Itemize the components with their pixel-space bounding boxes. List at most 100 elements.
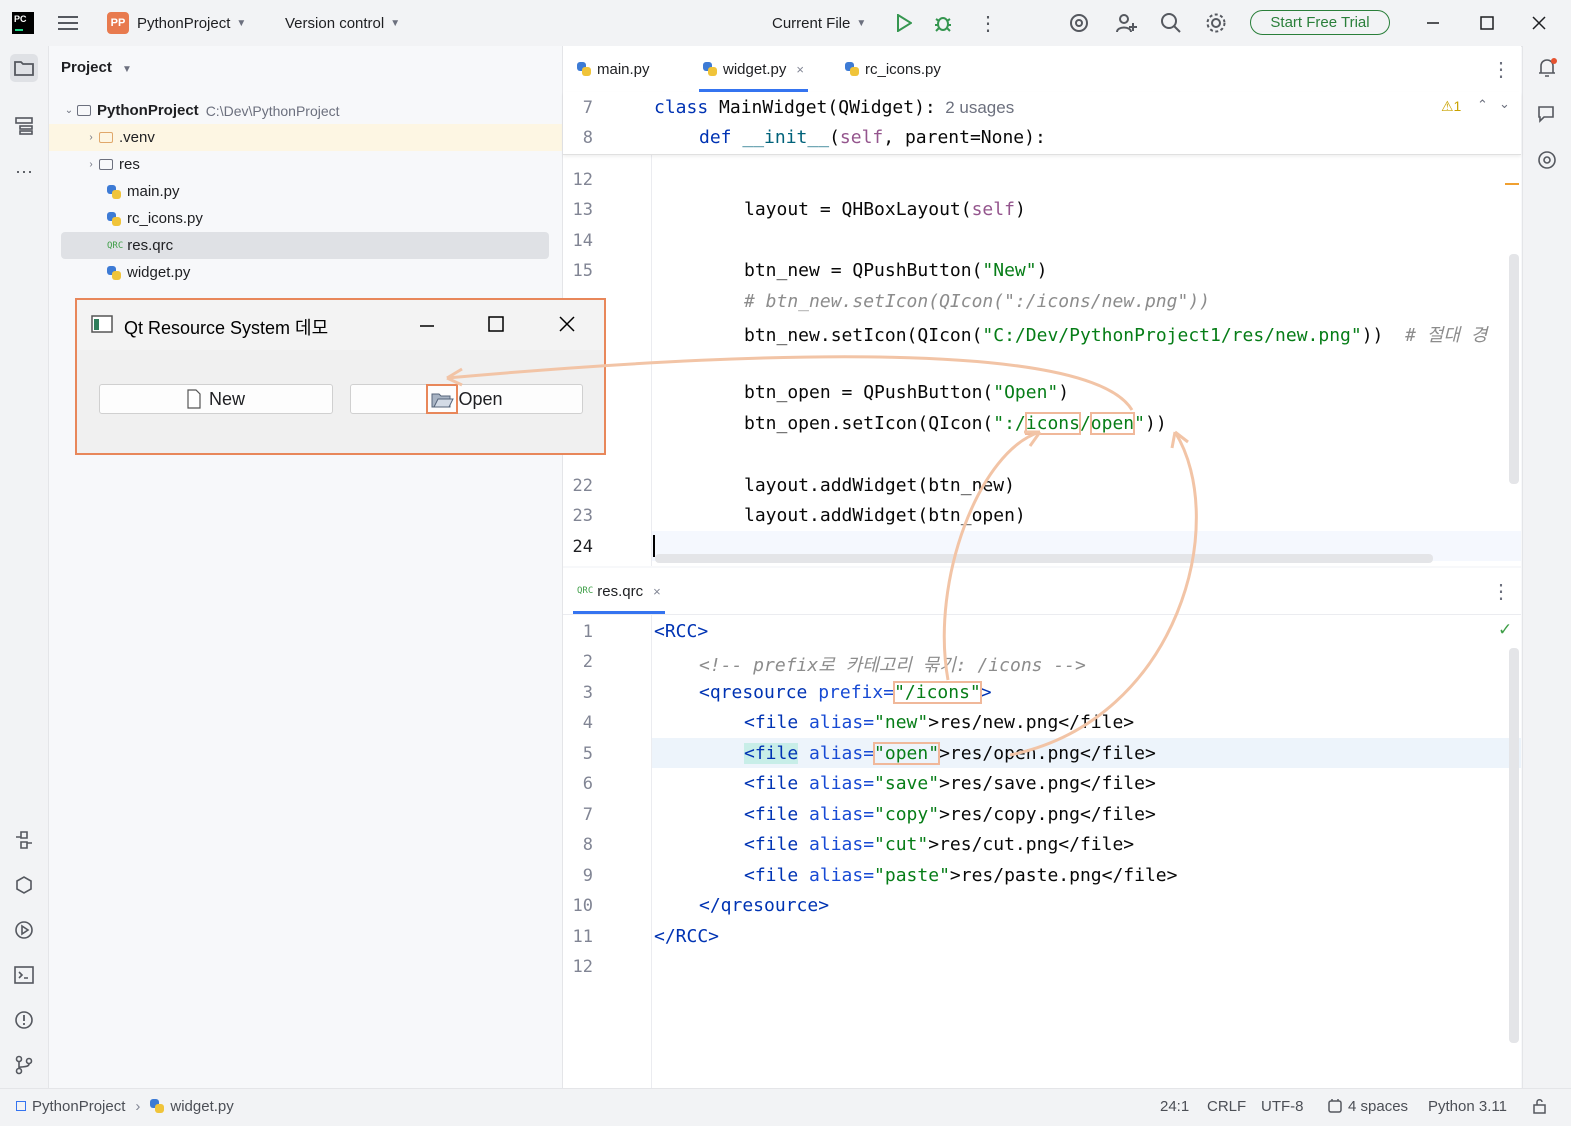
line-number: 23 (572, 506, 593, 526)
editor-res-qrc[interactable]: QRC res.qrc × ⋮ 1 <RCC> 2 <!-- prefix로 카… (563, 568, 1521, 1088)
code-token: "cut" (874, 834, 929, 855)
problems-icon[interactable] (10, 1006, 38, 1034)
coverage-icon[interactable] (1533, 146, 1561, 174)
start-free-trial-button[interactable]: Start Free Trial (1250, 10, 1390, 35)
ai-assistant-icon[interactable] (1068, 0, 1090, 46)
more-tools-icon[interactable]: ⋯ (10, 158, 38, 186)
code-line: <file alias="new">res/new.png</file> (744, 712, 1134, 733)
more-actions-icon[interactable]: ⋮ (978, 0, 998, 46)
open-folder-icon (426, 384, 459, 414)
gear-icon[interactable] (1205, 0, 1227, 46)
code-line: <RCC> (654, 621, 709, 642)
code-token: alias= (798, 743, 875, 764)
code-token: MainWidget(QWidget): (708, 97, 936, 118)
code-line: <file alias="open">res/open.png</file> (744, 742, 1156, 765)
search-icon[interactable] (1160, 0, 1182, 46)
tab-widget-py[interactable]: widget.py × (699, 46, 808, 92)
tree-item-res-qrc[interactable]: QRC res.qrc (61, 232, 549, 259)
close-icon[interactable] (1532, 0, 1546, 46)
maximize-icon[interactable] (488, 316, 504, 332)
vcs-menu[interactable]: Version control ▼ (285, 0, 400, 46)
code-token: <file (744, 773, 799, 794)
project-switcher[interactable]: PP PythonProject ▼ (107, 0, 246, 46)
ai-chat-icon[interactable] (1533, 100, 1561, 128)
tab-label: rc_icons.py (865, 60, 941, 78)
terminal-icon[interactable] (10, 961, 38, 989)
close-tab-icon[interactable]: × (653, 584, 661, 599)
run-icon[interactable] (896, 0, 912, 46)
tab-main-py[interactable]: main.py (577, 46, 650, 92)
qt-window-title: Qt Resource System 데모 (124, 318, 329, 338)
lock-icon[interactable] (1532, 1089, 1548, 1123)
run-config-label: Current File (772, 14, 851, 32)
open-button[interactable]: Open (350, 384, 583, 414)
python-packages-icon[interactable] (10, 826, 38, 854)
minimize-icon[interactable] (419, 318, 435, 334)
python-interpreter[interactable]: Python 3.11 (1428, 1089, 1507, 1123)
warning-count[interactable]: ⚠1 (1441, 98, 1461, 115)
main-menu-icon[interactable] (58, 0, 78, 46)
git-icon[interactable] (10, 1051, 38, 1079)
file-encoding[interactable]: UTF-8 (1261, 1089, 1304, 1123)
notifications-bell-icon[interactable] (1533, 54, 1561, 82)
qt-demo-window[interactable]: Qt Resource System 데모 New Open (75, 298, 606, 455)
breadcrumb-project[interactable]: PythonProject (32, 1098, 125, 1115)
tab-rc-icons-py[interactable]: rc_icons.py (845, 46, 941, 92)
editor-widget-py[interactable]: main.py widget.py × rc_icons.py ⋮ 7 clas… (563, 46, 1521, 566)
services-icon[interactable] (10, 916, 38, 944)
python-file-icon (107, 184, 121, 199)
more-tabs-icon[interactable]: ⋮ (1491, 568, 1511, 614)
tree-item-rc-icons-py[interactable]: rc_icons.py (61, 205, 549, 232)
project-folder-icon[interactable] (10, 54, 38, 82)
breadcrumb-file[interactable]: widget.py (170, 1098, 233, 1115)
more-tabs-icon[interactable]: ⋮ (1491, 46, 1511, 92)
highlight-prefix-value: "/icons" (893, 681, 982, 704)
tree-item-widget-py[interactable]: widget.py (61, 259, 549, 286)
code-token: )) (1361, 325, 1384, 346)
qrc-file-icon: QRC (107, 240, 124, 251)
run-config-selector[interactable]: Current File ▼ (772, 0, 866, 46)
add-user-icon[interactable] (1115, 0, 1137, 46)
code-token: def (699, 127, 732, 148)
line-separator[interactable]: CRLF (1207, 1089, 1246, 1123)
code-token: / (1079, 413, 1091, 434)
caret-position[interactable]: 24:1 (1160, 1089, 1189, 1123)
usages-hint[interactable]: 2 usages (936, 98, 1014, 117)
chevron-down-icon[interactable]: ⌄ (1499, 96, 1510, 112)
tree-item-main-py[interactable]: main.py (61, 178, 549, 205)
vertical-scrollbar[interactable] (1509, 648, 1519, 1043)
no-problems-check-icon[interactable]: ✓ (1498, 620, 1512, 640)
python-console-icon[interactable] (10, 871, 38, 899)
horizontal-scrollbar[interactable] (655, 554, 1433, 563)
new-button-label: New (208, 388, 245, 409)
tab-res-qrc[interactable]: QRC res.qrc × (573, 568, 665, 614)
chevron-up-icon[interactable]: ⌃ (1477, 97, 1488, 113)
project-panel-title[interactable]: Project ▼ (61, 59, 132, 76)
indent-setting[interactable]: 4 spaces (1327, 1089, 1408, 1123)
code-line: <file alias="cut">res/cut.png</file> (744, 834, 1134, 855)
line-number: 1 (582, 622, 593, 642)
code-token: alias= (798, 865, 875, 886)
tree-item-label: widget.py (127, 264, 191, 281)
structure-icon[interactable] (10, 112, 38, 140)
new-button[interactable]: New (99, 384, 333, 414)
line-number: 8 (582, 128, 593, 148)
tree-root-label: PythonProject (97, 102, 199, 119)
minimize-icon[interactable] (1426, 0, 1440, 46)
tree-item-res[interactable]: › res (61, 151, 549, 178)
line-number: 15 (572, 261, 593, 281)
vertical-scrollbar[interactable] (1509, 254, 1519, 484)
vcs-label: Version control (285, 14, 385, 32)
tree-root[interactable]: ⌄ PythonProject C:\Dev\PythonProject (61, 97, 549, 124)
close-icon[interactable] (559, 316, 575, 332)
debug-icon[interactable] (933, 0, 953, 46)
tree-item-venv[interactable]: › .venv (49, 124, 562, 151)
code-token: <file (744, 743, 799, 764)
maximize-icon[interactable] (1480, 0, 1494, 46)
code-line: <file alias="save">res/save.png</file> (744, 773, 1156, 794)
indent-label: 4 spaces (1348, 1097, 1409, 1115)
code-line: </qresource> (699, 895, 830, 916)
code-token: ) (1058, 382, 1070, 403)
close-tab-icon[interactable]: × (796, 62, 804, 77)
code-token: <file (744, 804, 799, 825)
